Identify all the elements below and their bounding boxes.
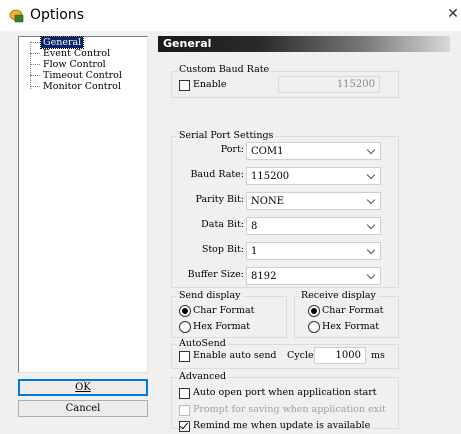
title-bar: Options ✕ <box>0 0 461 31</box>
buffer-size-select[interactable]: 8192 <box>246 267 381 285</box>
send-char-format-radio[interactable] <box>179 305 191 317</box>
remind-update-checkbox[interactable] <box>179 420 190 432</box>
tree-item-label: Event Control <box>43 48 111 59</box>
custom-baud-enable-checkbox[interactable] <box>179 80 190 91</box>
port-select[interactable]: COM1 <box>246 142 381 160</box>
category-tree[interactable]: General Event Control Flow Control Timeo… <box>18 36 148 373</box>
send-display-group-label: Send display <box>177 290 243 301</box>
autosend-enable-checkbox[interactable] <box>179 351 190 362</box>
send-hex-format-label: Hex Format <box>193 321 251 332</box>
parity-bit-label: Parity Bit: <box>195 194 244 205</box>
radio-selected-dot <box>311 308 317 314</box>
tree-connector <box>30 86 40 87</box>
stop-bit-label: Stop Bit: <box>201 244 244 255</box>
stop-bit-value: 1 <box>251 246 258 257</box>
chevron-down-icon <box>366 170 376 180</box>
radio-selected-dot <box>182 308 188 314</box>
tree-connector <box>30 42 40 43</box>
options-dialog: General Event Control Flow Control Timeo… <box>0 31 461 434</box>
data-bit-label: Data Bit: <box>201 219 244 230</box>
tree-item-label: General <box>39 36 85 49</box>
app-icon <box>9 9 24 23</box>
cancel-button-label: Cancel <box>65 403 101 414</box>
tree-connector <box>30 75 40 76</box>
tree-connector <box>30 42 31 89</box>
send-hex-format-radio[interactable] <box>179 321 191 333</box>
autosend-group-label: AutoSend <box>177 338 228 349</box>
data-bit-value: 8 <box>251 221 258 232</box>
remind-update-label: Remind me when update is available <box>193 420 371 431</box>
receive-hex-format-label: Hex Format <box>322 321 380 332</box>
parity-bit-value: NONE <box>251 196 284 207</box>
panel-header: General <box>158 36 450 52</box>
tree-connector <box>30 64 40 65</box>
ok-button[interactable]: OK <box>18 379 148 396</box>
custom-baud-field[interactable]: 115200 <box>278 76 380 93</box>
parity-bit-select[interactable]: NONE <box>246 192 381 210</box>
window-title: Options <box>30 7 85 23</box>
check-icon <box>179 420 189 430</box>
auto-open-port-checkbox[interactable] <box>179 388 190 399</box>
data-bit-select[interactable]: 8 <box>246 217 381 235</box>
chevron-down-icon <box>366 270 376 280</box>
port-value: COM1 <box>251 146 284 157</box>
prompt-save-label: Prompt for saving when application exit <box>193 404 386 415</box>
baud-rate-label: Baud Rate: <box>190 169 244 180</box>
advanced-group-label: Advanced <box>177 371 229 382</box>
buffer-size-label: Buffer Size: <box>187 269 244 280</box>
serial-settings-group-label: Serial Port Settings <box>177 130 276 141</box>
close-button[interactable]: ✕ <box>446 5 460 23</box>
receive-char-format-label: Char Format <box>322 305 384 316</box>
chevron-down-icon <box>366 245 376 255</box>
chevron-down-icon <box>366 145 376 155</box>
cancel-button[interactable]: Cancel <box>18 400 148 417</box>
baud-rate-select[interactable]: 115200 <box>246 167 381 185</box>
cycle-input[interactable]: 1000 <box>314 347 366 364</box>
tree-item-label: Timeout Control <box>43 70 122 81</box>
tree-item-label: Monitor Control <box>43 81 121 92</box>
custom-baud-group-label: Custom Baud Rate <box>177 64 272 75</box>
receive-char-format-radio[interactable] <box>308 305 320 317</box>
tree-connector <box>30 53 40 54</box>
receive-hex-format-radio[interactable] <box>308 321 320 333</box>
chevron-down-icon <box>366 220 376 230</box>
receive-display-group-label: Receive display <box>299 290 378 301</box>
close-icon: ✕ <box>447 6 459 22</box>
buffer-size-value: 8192 <box>251 271 277 282</box>
send-char-format-label: Char Format <box>193 305 255 316</box>
baud-rate-value: 115200 <box>251 171 290 182</box>
port-label: Port: <box>220 144 244 155</box>
ok-button-label: OK <box>75 382 91 393</box>
custom-baud-enable-label: Enable <box>193 79 227 90</box>
auto-open-port-label: Auto open port when application start <box>193 387 377 398</box>
cycle-label: Cycle <box>287 350 314 361</box>
tree-item-label: Flow Control <box>43 59 106 70</box>
autosend-enable-label: Enable auto send <box>193 350 277 361</box>
cycle-unit: ms <box>371 350 385 361</box>
chevron-down-icon <box>366 195 376 205</box>
stop-bit-select[interactable]: 1 <box>246 242 381 260</box>
prompt-save-checkbox <box>179 405 190 416</box>
